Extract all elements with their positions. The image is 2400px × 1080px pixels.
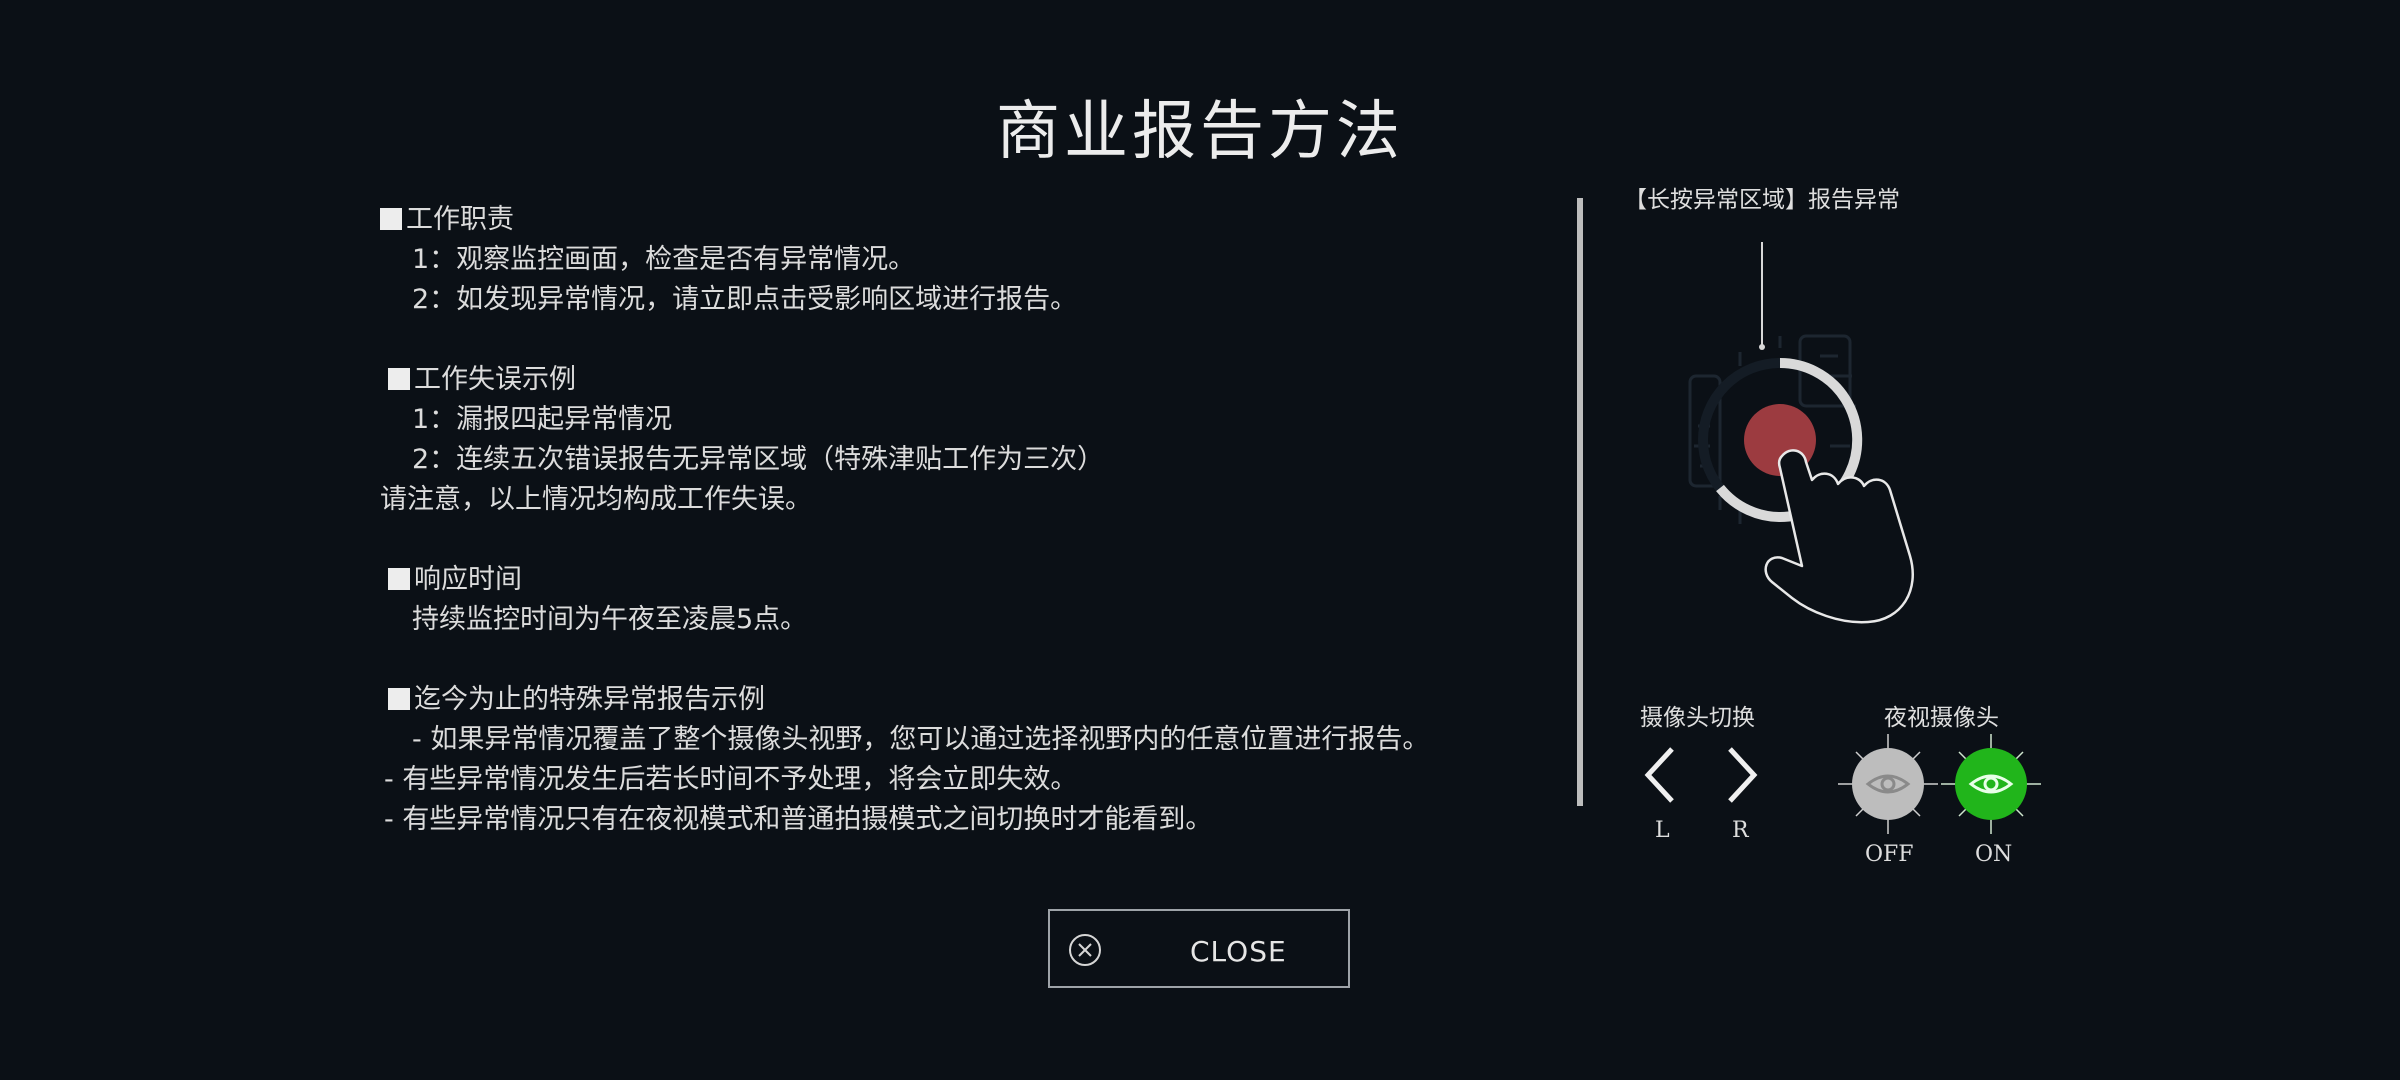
- night-vision-off-button[interactable]: [1838, 734, 1938, 834]
- square-bullet-icon: [380, 208, 402, 230]
- close-icon: [1069, 934, 1101, 966]
- list-item: 1：漏报四起异常情况: [412, 404, 673, 435]
- section-heading: 工作失误示例: [414, 364, 576, 395]
- night-vision-off-graphic: [1838, 734, 1938, 834]
- night-vision-on-graphic: [1941, 734, 2041, 834]
- list-item: 2：如发现异常情况，请立即点击受影响区域进行报告。: [412, 284, 1078, 315]
- long-press-hint: 【长按异常区域】报告异常: [1624, 187, 1900, 213]
- list-item: - 如果异常情况覆盖了整个摄像头视野，您可以通过选择视野内的任意位置进行报告。: [412, 724, 1430, 755]
- page-title: 商业报告方法: [996, 95, 1404, 169]
- camera-left-caption: L: [1655, 818, 1670, 843]
- square-bullet-icon: [388, 368, 410, 390]
- night-vision-label: 夜视摄像头: [1884, 705, 1999, 731]
- pointing-hand-icon: [1764, 449, 1914, 624]
- night-vision-on-caption: ON: [1975, 842, 2013, 867]
- night-vision-on-button[interactable]: [1941, 734, 2041, 834]
- square-bullet-icon: [388, 568, 410, 590]
- night-vision-off-caption: OFF: [1865, 842, 1914, 867]
- chevron-left-icon: [1644, 747, 1674, 803]
- close-button[interactable]: CLOSE: [1048, 909, 1350, 988]
- pointer-dot: [1759, 344, 1765, 350]
- section-heading: 工作职责: [406, 204, 514, 235]
- vertical-divider: [1577, 198, 1583, 806]
- close-button-label: CLOSE: [1190, 935, 1287, 968]
- camera-switch-label: 摄像头切换: [1640, 705, 1755, 731]
- section-duties: 工作职责 1：观察监控画面，检查是否有异常情况。 2：如发现异常情况，请立即点击…: [380, 200, 1540, 320]
- section-response: 响应时间 持续监控时间为午夜至凌晨5点。: [380, 560, 1540, 640]
- list-item: - 有些异常情况只有在夜视模式和普通拍摄模式之间切换时才能看到。: [384, 804, 1213, 835]
- camera-left-button[interactable]: [1638, 743, 1686, 807]
- list-item: 持续监控时间为午夜至凌晨5点。: [412, 604, 808, 635]
- list-item: 2：连续五次错误报告无异常区域（特殊津贴工作为三次）: [412, 444, 1105, 475]
- instructions-panel: 工作职责 1：观察监控画面，检查是否有异常情况。 2：如发现异常情况，请立即点击…: [380, 200, 1540, 880]
- list-item: - 有些异常情况发生后若长时间不予处理，将会立即失效。: [384, 764, 1078, 795]
- instruction-screen: 商业报告方法 工作职责 1：观察监控画面，检查是否有异常情况。 2：如发现异常情…: [0, 0, 2400, 1080]
- camera-right-button[interactable]: [1716, 743, 1764, 807]
- note-text: 请注意，以上情况均构成工作失误。: [380, 484, 812, 515]
- section-heading: 响应时间: [414, 564, 522, 595]
- square-bullet-icon: [388, 688, 410, 710]
- camera-right-caption: R: [1732, 818, 1749, 843]
- section-special: 迄今为止的特殊异常报告示例 - 如果异常情况覆盖了整个摄像头视野，您可以通过选择…: [380, 680, 1540, 840]
- section-errors: 工作失误示例 1：漏报四起异常情况 2：连续五次错误报告无异常区域（特殊津贴工作…: [380, 360, 1540, 520]
- chevron-right-icon: [1728, 747, 1758, 803]
- section-heading: 迄今为止的特殊异常报告示例: [414, 684, 765, 715]
- long-press-illustration: [1688, 242, 1914, 624]
- list-item: 1：观察监控画面，检查是否有异常情况。: [412, 244, 916, 275]
